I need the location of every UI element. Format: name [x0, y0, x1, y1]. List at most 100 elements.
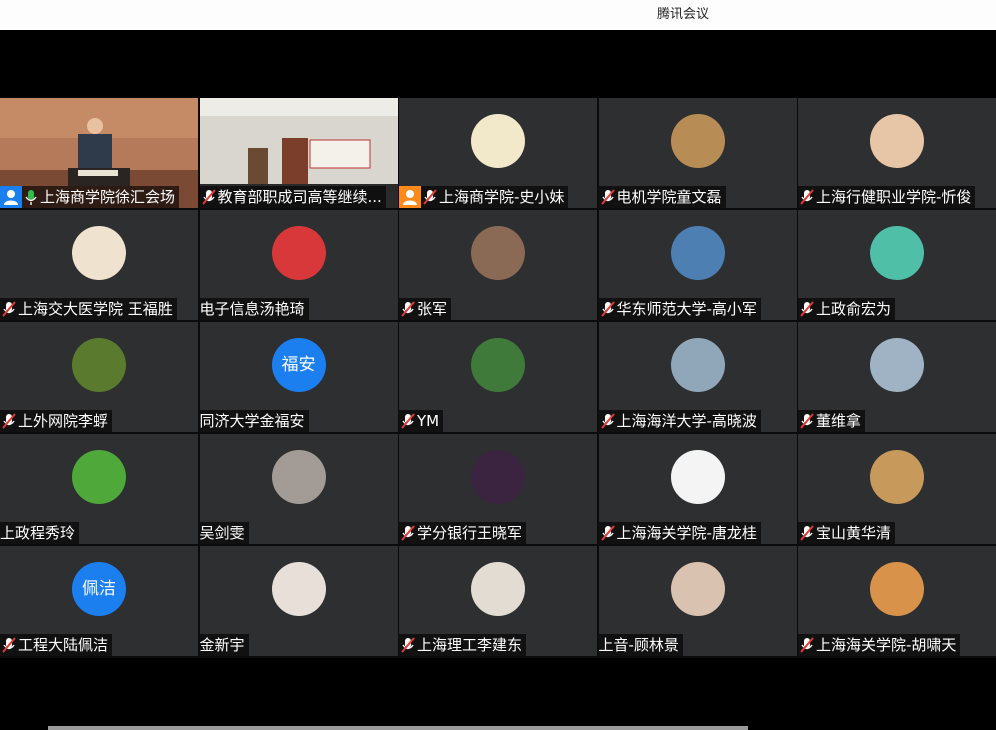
participant-name: 上政程秀玲	[0, 524, 76, 542]
participant-name: 电子信息汤艳琦	[199, 300, 305, 318]
participant-tile[interactable]: 吴剑雯	[199, 434, 398, 544]
participant-tile[interactable]: 上海行健职业学院-忻俊	[798, 98, 996, 208]
participant-label: 上政俞宏为	[798, 298, 896, 320]
participant-tile[interactable]: 福安 同济大学金福安	[199, 322, 398, 432]
participant-tile[interactable]: 宝山黄华清	[798, 434, 996, 544]
avatar	[870, 338, 924, 392]
mic-muted-icon	[800, 636, 814, 654]
participant-name: 金新宇	[199, 636, 245, 654]
participant-tile[interactable]: 张军	[399, 210, 597, 320]
avatar	[670, 226, 725, 280]
participant-tile[interactable]: 电子信息汤艳琦	[199, 210, 398, 320]
participant-label: 张军	[399, 298, 452, 320]
participant-label: 同济大学金福安	[199, 410, 309, 432]
avatar	[870, 562, 924, 616]
avatar	[72, 226, 126, 280]
participant-tile[interactable]: 上海商学院徐汇会场	[0, 98, 198, 208]
participant-tile[interactable]: 上政程秀玲	[0, 434, 198, 544]
avatar	[670, 562, 725, 616]
avatar	[870, 114, 924, 168]
participant-tile[interactable]: 上音-顾林景	[598, 546, 797, 656]
participant-name: 上海海洋大学-高晓波	[616, 412, 757, 430]
participant-tile[interactable]: 上海商学院-史小妹	[399, 98, 597, 208]
mic-muted-icon	[2, 636, 16, 654]
window-title: 腾讯会议	[656, 7, 709, 22]
avatar	[870, 450, 924, 504]
participant-label: 上政程秀玲	[0, 522, 80, 544]
participant-tile[interactable]: 学分银行王晓军	[399, 434, 597, 544]
host-icon	[0, 186, 22, 208]
participant-label: 董维拿	[798, 410, 866, 432]
participant-tile[interactable]: 教育部职成司高等继续...	[199, 98, 398, 208]
participant-name: 上外网院李蜉	[18, 412, 109, 430]
participant-label: 电机学院童文磊	[598, 186, 726, 208]
participant-name: 上海行健职业学院-忻俊	[816, 188, 972, 206]
title-bar: 腾讯会议	[0, 0, 996, 30]
participant-name: 张军	[417, 300, 448, 318]
avatar	[471, 114, 525, 168]
participant-label: 吴剑雯	[199, 522, 249, 544]
mic-muted-icon	[600, 300, 615, 318]
participant-label: 上海交大医学院 王福胜	[0, 298, 177, 320]
participant-label: 上海海关学院-唐龙桂	[598, 522, 761, 544]
avatar	[670, 114, 725, 168]
participant-label: 学分银行王晓军	[399, 522, 527, 544]
bottom-toolbar-area	[0, 660, 996, 730]
participant-label: 华东师范大学-高小军	[598, 298, 761, 320]
participant-label: 上海海洋大学-高晓波	[598, 410, 761, 432]
participant-tile[interactable]: 上海海关学院-唐龙桂	[598, 434, 797, 544]
participant-name: 上海交大医学院 王福胜	[18, 300, 173, 318]
participant-name: 上政俞宏为	[816, 300, 892, 318]
mic-muted-icon	[401, 636, 415, 654]
mic-muted-icon	[201, 188, 216, 206]
mic-muted-icon	[800, 412, 814, 430]
avatar	[471, 562, 525, 616]
participant-name: 电机学院童文磊	[616, 188, 722, 206]
avatar-initials: 福安	[271, 338, 326, 392]
participant-tile[interactable]: 金新宇	[199, 546, 398, 656]
participant-tile[interactable]: 佩洁 工程大陆佩洁	[0, 546, 198, 656]
mic-muted-icon	[800, 188, 814, 206]
horizontal-scrollbar[interactable]	[48, 726, 748, 730]
participant-name: 工程大陆佩洁	[18, 636, 109, 654]
avatar	[471, 450, 525, 504]
mic-muted-icon	[401, 524, 415, 542]
participant-tile[interactable]: 华东师范大学-高小军	[598, 210, 797, 320]
avatar	[471, 338, 525, 392]
participant-label: 上音-顾林景	[598, 634, 683, 656]
avatar-initials: 佩洁	[72, 562, 126, 616]
participant-tile[interactable]: 董维拿	[798, 322, 996, 432]
participant-name: 上海商学院-史小妹	[439, 188, 565, 206]
participant-name: 上海海关学院-胡啸天	[816, 636, 957, 654]
avatar	[670, 338, 725, 392]
participant-label: 上海商学院-史小妹	[399, 186, 569, 208]
participant-name: 上海商学院徐汇会场	[40, 188, 176, 206]
mic-muted-icon	[600, 524, 615, 542]
participant-tile[interactable]: YM	[399, 322, 597, 432]
participant-tile[interactable]: 上海理工李建东	[399, 546, 597, 656]
participant-tile[interactable]: 上海交大医学院 王福胜	[0, 210, 198, 320]
participant-label: 工程大陆佩洁	[0, 634, 113, 656]
participant-tile[interactable]: 上政俞宏为	[798, 210, 996, 320]
participant-label: 金新宇	[199, 634, 249, 656]
participant-label: 上海理工李建东	[399, 634, 527, 656]
participant-tile[interactable]: 上外网院李蜉	[0, 322, 198, 432]
mic-muted-icon	[800, 524, 814, 542]
participant-name: 董维拿	[816, 412, 862, 430]
mic-on-icon	[24, 188, 38, 206]
mic-muted-icon	[2, 412, 16, 430]
mic-muted-icon	[2, 300, 16, 318]
participant-tile[interactable]: 上海海洋大学-高晓波	[598, 322, 797, 432]
participant-name: 华东师范大学-高小军	[616, 300, 757, 318]
mic-muted-icon	[401, 412, 415, 430]
participant-tile[interactable]: 电机学院童文磊	[598, 98, 797, 208]
participant-tile[interactable]: 上海海关学院-胡啸天	[798, 546, 996, 656]
participant-name: 教育部职成司高等继续...	[217, 188, 382, 206]
participant-name: 宝山黄华清	[816, 524, 892, 542]
participant-name: YM	[417, 412, 440, 430]
mic-muted-icon	[600, 188, 615, 206]
participant-label: 宝山黄华清	[798, 522, 896, 544]
mic-muted-icon	[600, 412, 615, 430]
participant-label: 上海海关学院-胡啸天	[798, 634, 961, 656]
participant-name: 上海海关学院-唐龙桂	[616, 524, 757, 542]
